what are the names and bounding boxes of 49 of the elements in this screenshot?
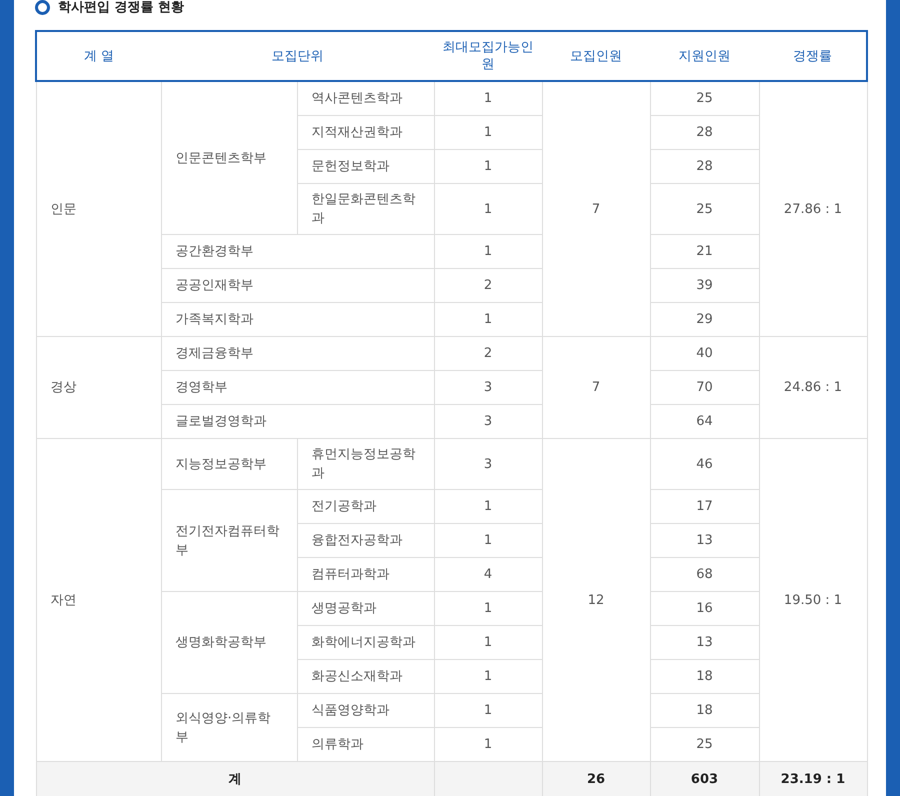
column-header: 경쟁률 [759, 31, 867, 81]
table-cell: 40 [650, 336, 759, 370]
table-cell: 12 [542, 438, 650, 762]
column-header: 모집인원 [542, 31, 650, 81]
table-cell: 글로벌경영학과 [161, 404, 434, 438]
column-header: 최대모집가능인원 [434, 31, 542, 81]
table-cell: 식품영양학과 [297, 694, 434, 728]
table-cell: 인문콘텐츠학부 [161, 81, 297, 234]
table-cell: 23.19 : 1 [759, 762, 867, 796]
section-title: 학사편입 경쟁률 현황 [58, 0, 184, 16]
table-cell: 7 [542, 81, 650, 336]
table-cell: 휴먼지능정보공학과 [297, 438, 434, 490]
table-cell: 계 [36, 762, 434, 796]
table-cell: 19.50 : 1 [759, 438, 867, 762]
column-header: 모집단위 [161, 31, 434, 81]
table-cell: 3 [434, 438, 542, 490]
table-cell: 전기전자컴퓨터학부 [161, 490, 297, 592]
table-cell: 화학에너지공학과 [297, 626, 434, 660]
table-cell: 경상 [36, 336, 161, 438]
table-cell: 컴퓨터과학과 [297, 558, 434, 592]
table-cell: 역사콘텐츠학과 [297, 81, 434, 116]
table-cell: 문헌정보학과 [297, 150, 434, 184]
table-cell: 603 [650, 762, 759, 796]
table-cell: 공간환경학부 [161, 234, 434, 268]
table-cell: 자연 [36, 438, 161, 762]
column-header: 계 열 [36, 31, 161, 81]
table-cell: 46 [650, 438, 759, 490]
table-cell: 2 [434, 336, 542, 370]
table-cell: 공공인재학부 [161, 268, 434, 302]
table-cell: 한일문화콘텐츠학과 [297, 184, 434, 234]
table-cell: 생명화학공학부 [161, 592, 297, 694]
table-cell: 24.86 : 1 [759, 336, 867, 438]
table-cell: 지능정보공학부 [161, 438, 297, 490]
table-cell: 지적재산권학과 [297, 116, 434, 150]
table-cell: 27.86 : 1 [759, 81, 867, 336]
table-cell: 화공신소재학과 [297, 660, 434, 694]
table-cell: 가족복지학과 [161, 302, 434, 336]
table-cell: 경제금융학부 [161, 336, 434, 370]
table-cell: 25 [650, 81, 759, 116]
table-cell: 7 [542, 336, 650, 438]
column-header: 지원인원 [650, 31, 759, 81]
table-cell: 전기공학과 [297, 490, 434, 524]
bullet-icon [35, 0, 50, 14]
table-cell: 생명공학과 [297, 592, 434, 626]
table-cell: 26 [542, 762, 650, 796]
table-cell: 1 [434, 81, 542, 116]
table-cell: 경영학부 [161, 370, 434, 404]
table-cell: 융합전자공학과 [297, 524, 434, 558]
table-cell: 인문 [36, 81, 161, 336]
